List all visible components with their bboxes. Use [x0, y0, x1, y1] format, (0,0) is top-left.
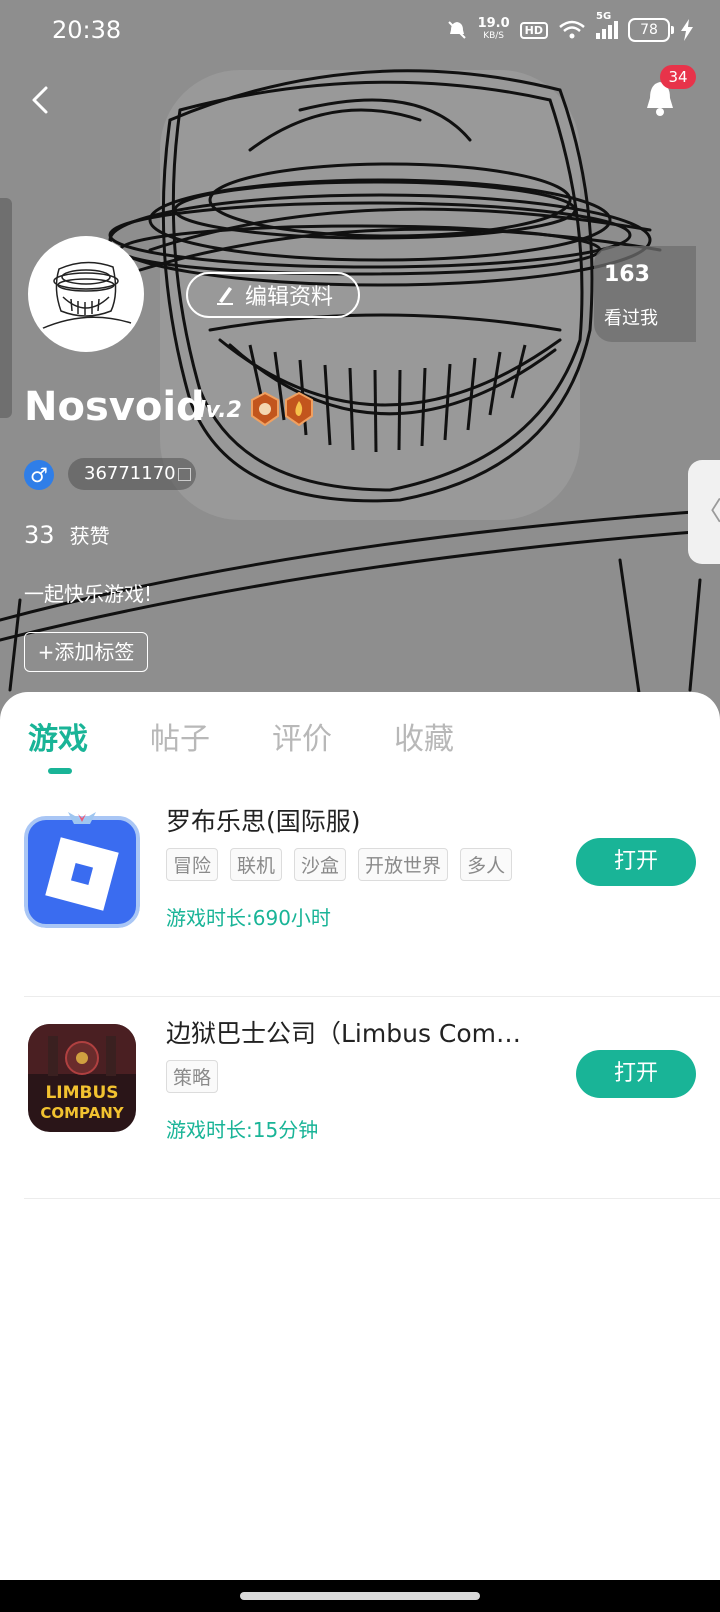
limbus-logo-text-2: COMPANY	[40, 1104, 124, 1122]
likes-count: 33	[24, 521, 55, 549]
tab-indicator	[48, 768, 72, 774]
game-list-item[interactable]: 罗布乐思(国际服) 冒险 联机 沙盒 开放世界 多人 游戏时长:690小时 打开	[24, 802, 720, 1012]
scribble-face-image	[0, 0, 720, 720]
signal-icon: 5G	[596, 11, 618, 39]
divider	[24, 996, 720, 997]
username: Nosvoid	[24, 384, 205, 430]
limbus-company-icon: LIMBUS COMPANY	[28, 1024, 136, 1132]
game-tag: 联机	[230, 848, 283, 881]
left-edge-handle[interactable]	[0, 198, 12, 418]
game-title: 边狱巴士公司（Limbus Com…	[166, 1019, 522, 1048]
mute-bell-icon	[447, 21, 466, 39]
game-list-item[interactable]: LIMBUS COMPANY 边狱巴士公司（Limbus Com… 策略 游戏时…	[24, 1014, 720, 1224]
edit-profile-button[interactable]: 编辑资料	[186, 272, 360, 318]
game-tag: 开放世界	[358, 848, 449, 881]
hd-icon: HD	[519, 21, 548, 39]
bio: 一起快乐游戏!	[24, 582, 153, 606]
flame-medal-icon	[285, 392, 313, 426]
likes-label: 获赞	[69, 524, 110, 548]
user-id-chip[interactable]: 36771170	[68, 458, 196, 490]
notification-badge: 34	[660, 65, 696, 89]
wifi-icon	[559, 20, 585, 39]
visitors-count: 163	[604, 262, 650, 287]
likes-stat: 33 获赞	[24, 520, 110, 549]
game-tags: 冒险 联机 沙盒 开放世界 多人	[166, 848, 513, 881]
battery-icon: 78	[628, 18, 674, 42]
avatar[interactable]	[28, 236, 144, 352]
game-playtime: 游戏时长:15分钟	[166, 1118, 319, 1142]
game-tag: 多人	[460, 848, 513, 881]
game-tag: 冒险	[166, 848, 219, 881]
roblox-icon	[24, 812, 140, 928]
limbus-logo-text-1: LIMBUS	[45, 1083, 118, 1103]
home-gesture-bar[interactable]	[240, 1592, 480, 1600]
open-game-button[interactable]: 打开	[576, 838, 696, 886]
divider	[24, 1198, 720, 1199]
back-arrow-icon	[32, 86, 48, 114]
roblox-icon-graphic	[24, 812, 140, 928]
limbus-icon-graphic: LIMBUS COMPANY	[28, 1024, 136, 1132]
game-playtime: 游戏时长:690小时	[166, 906, 331, 930]
user-id: 36771170	[84, 463, 176, 484]
tab-bar: 游戏 帖子 评价 收藏	[0, 714, 720, 774]
game-tag: 策略	[166, 1060, 219, 1093]
tab-posts[interactable]: 帖子	[150, 714, 210, 758]
avatar-image	[31, 239, 141, 349]
medal-icon	[251, 392, 279, 426]
level-badge: lv.2	[198, 398, 242, 423]
chevron-left-icon: 〈	[696, 497, 720, 527]
profile-background: 20:38 19.0 KB/S HD 5G 78 34 编辑资料 163 看过我…	[0, 0, 720, 720]
charging-icon	[681, 19, 693, 41]
status-bar: 20:38 19.0 KB/S HD 5G 78	[0, 0, 720, 64]
tab-games[interactable]: 游戏	[28, 714, 88, 758]
copy-icon	[177, 467, 191, 481]
network-speed: 19.0 KB/S	[477, 16, 510, 41]
game-title: 罗布乐思(国际服)	[166, 807, 361, 836]
game-tag: 沙盒	[294, 848, 347, 881]
side-drawer-handle[interactable]: 〈	[688, 460, 720, 564]
open-game-button[interactable]: 打开	[576, 1050, 696, 1098]
status-time: 20:38	[52, 16, 122, 44]
game-tags: 策略	[166, 1060, 219, 1093]
tab-favorites[interactable]: 收藏	[394, 714, 454, 758]
gender-male-icon: ♂	[24, 460, 54, 490]
edit-pencil-icon	[216, 287, 233, 305]
visitors-label: 看过我	[604, 308, 658, 329]
back-button[interactable]	[22, 80, 62, 120]
edit-profile-label: 编辑资料	[244, 285, 333, 310]
visitors-card[interactable]: 163 看过我	[594, 246, 696, 342]
add-tag-button[interactable]: +添加标签	[24, 632, 148, 672]
status-icons: 19.0 KB/S HD 5G 78	[446, 11, 694, 42]
tab-reviews[interactable]: 评价	[272, 714, 332, 758]
